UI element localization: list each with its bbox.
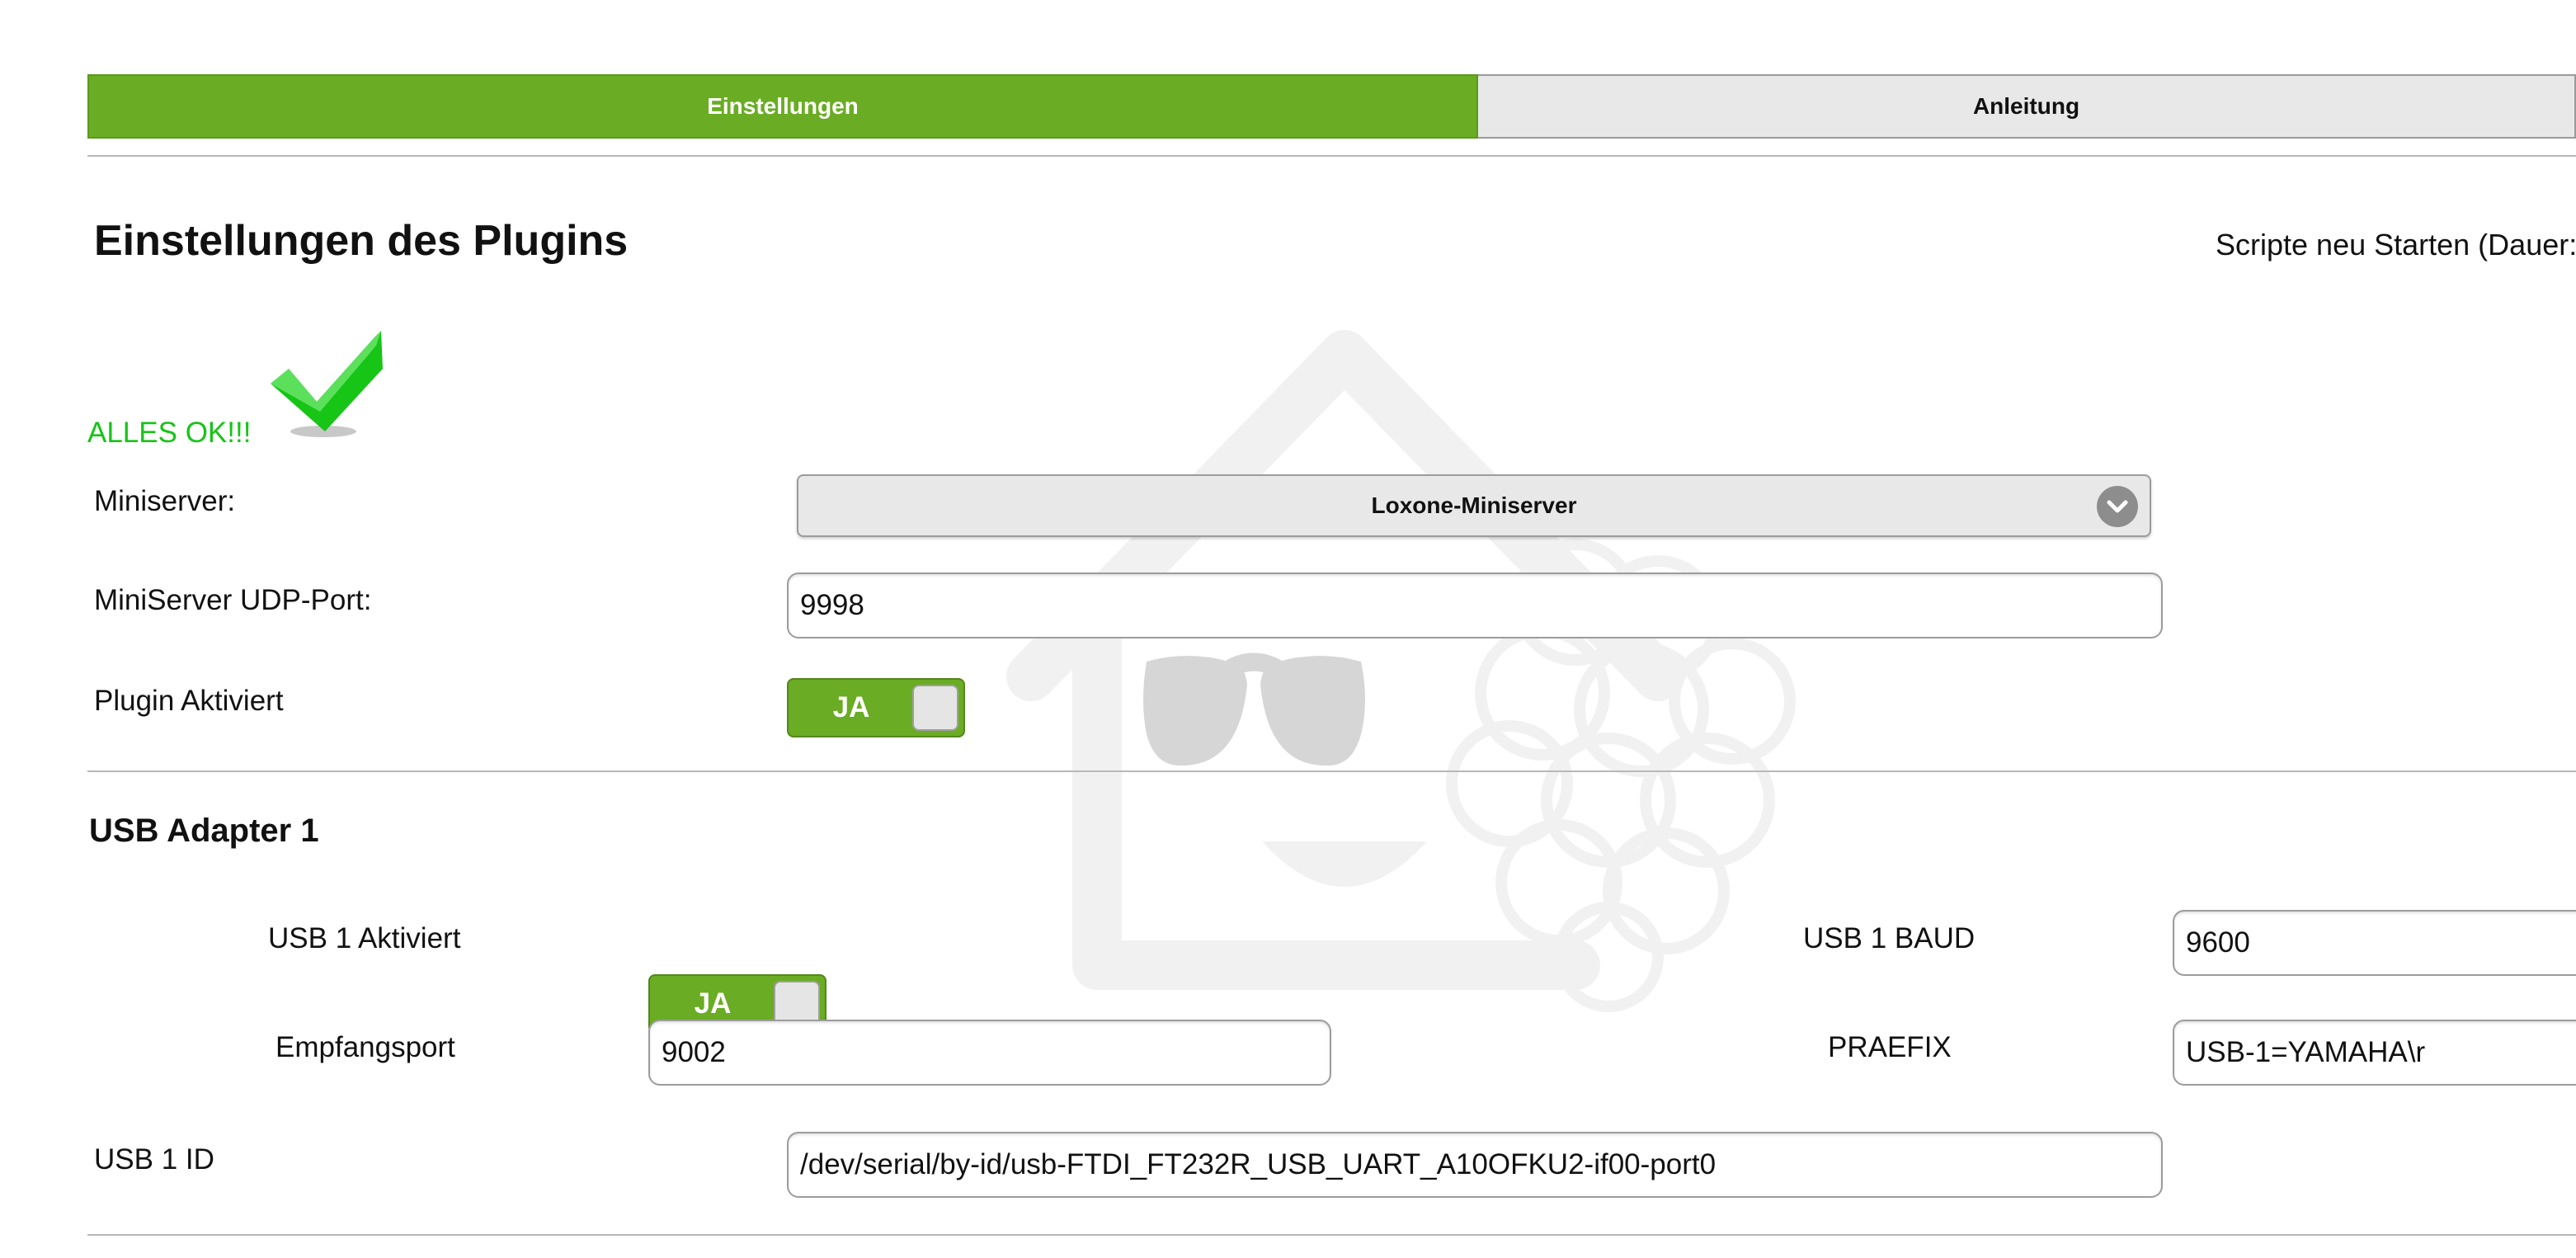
divider (87, 770, 2576, 772)
miniserver-select-value: Loxone-Miniserver (1371, 492, 1577, 518)
tab-einstellungen[interactable]: Einstellungen (87, 74, 1478, 139)
udp-port-field[interactable]: 9998 (787, 572, 2163, 638)
prefix-field[interactable]: USB-1=YAMAHA\r (2173, 1020, 2576, 1086)
chevron-down-icon (2097, 486, 2138, 527)
page-title: Einstellungen des Plugins (94, 217, 629, 265)
prefix-label: PRAEFIX (1828, 1031, 1952, 1063)
miniserver-label: Miniserver: (94, 485, 236, 517)
tab-bar: Einstellungen Anleitung (87, 74, 2576, 140)
divider (87, 1234, 2576, 1236)
plugin-settings-page: Einstellungen Anleitung Einstellungen de… (0, 0, 2576, 1258)
usb1-active-label: USB 1 Aktiviert (268, 922, 461, 954)
checkmark-icon (271, 331, 383, 437)
plugin-active-toggle[interactable]: JA (787, 678, 965, 737)
toggle-knob (912, 685, 958, 731)
usb1-baud-label: USB 1 BAUD (1803, 922, 1976, 954)
tab-anleitung[interactable]: Anleitung (1478, 74, 2576, 139)
udp-port-label: MiniServer UDP-Port: (94, 584, 372, 616)
receive-port-field[interactable]: 9002 (648, 1020, 1331, 1086)
divider (87, 155, 2576, 157)
restart-scripts-label[interactable]: Scripte neu Starten (Dauer: (2216, 228, 2576, 262)
miniserver-select[interactable]: Loxone-Miniserver (797, 474, 2151, 537)
status-message: ALLES OK!!! (87, 417, 252, 449)
usb1-id-field[interactable]: /dev/serial/by-id/usb-FTDI_FT232R_USB_UA… (787, 1132, 2163, 1198)
usb1-baud-field[interactable]: 9600 (2173, 910, 2576, 976)
section-title-usb-adapter-1: USB Adapter 1 (89, 813, 319, 849)
plugin-active-label: Plugin Aktiviert (94, 685, 284, 717)
toggle-state-label: JA (832, 691, 870, 723)
receive-port-label: Empfangsport (275, 1031, 455, 1063)
usb1-id-label: USB 1 ID (94, 1143, 214, 1176)
